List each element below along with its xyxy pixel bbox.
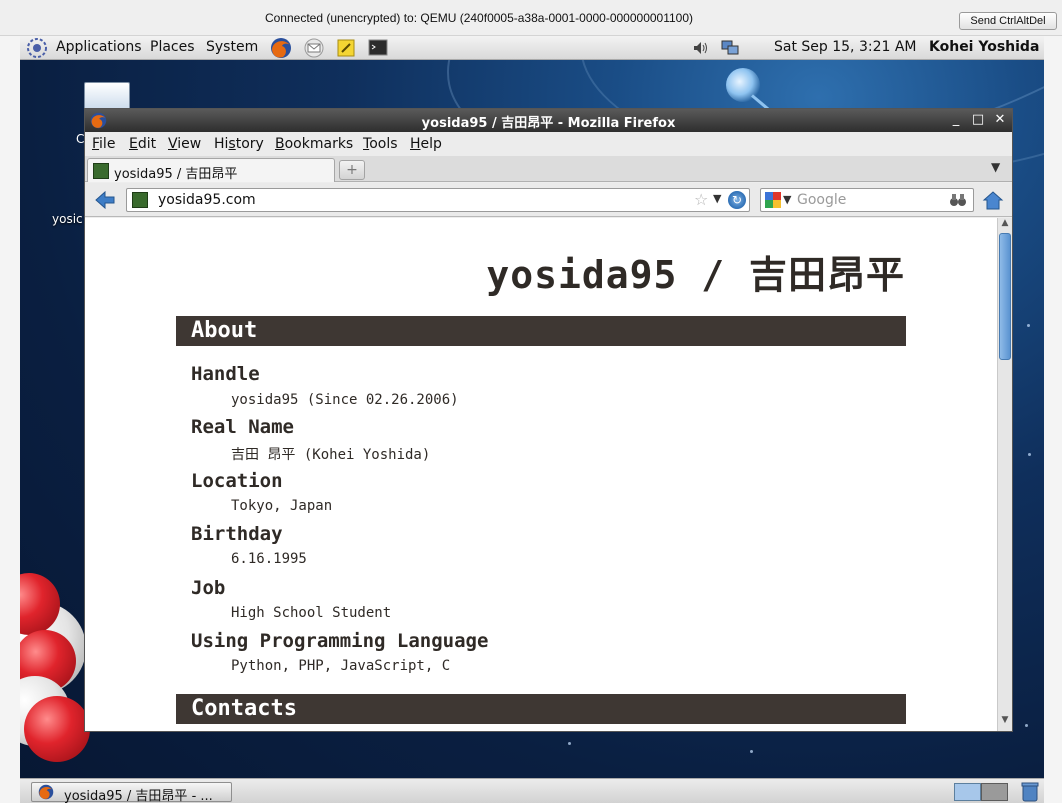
gnome-foot-icon[interactable] xyxy=(26,37,48,59)
firefox-window: yosida95 / 吉田昂平 - Mozilla Firefox _ □ ✕ … xyxy=(84,108,1013,732)
system-menu[interactable]: System xyxy=(206,39,258,55)
item-label: Job xyxy=(191,577,226,599)
molecule-atom xyxy=(24,696,90,762)
navigation-toolbar: yosida95.com ☆ ▼ ↻ ▼ xyxy=(85,183,1012,217)
user-switcher[interactable]: Kohei Yoshida xyxy=(929,39,1039,55)
section-heading-contacts: Contacts xyxy=(176,694,906,724)
vnc-toolbar: Connected (unencrypted) to: QEMU (240f00… xyxy=(0,0,1062,36)
tab-bar: yosida95 / 吉田昂平 + ▼ xyxy=(85,156,1012,182)
back-arrow-icon[interactable] xyxy=(95,191,115,209)
menu-view[interactable]: View xyxy=(168,136,201,152)
page-content: yosida95 / 吉田昂平 About Handle yosida95 (S… xyxy=(85,218,997,731)
new-tab-button[interactable]: + xyxy=(339,160,365,180)
top-panel: Applications Places System Sat Sep 15, 3… xyxy=(20,36,1044,60)
site-identity-icon[interactable] xyxy=(132,192,148,208)
reload-icon[interactable]: ↻ xyxy=(728,191,746,209)
search-input[interactable] xyxy=(797,190,947,210)
wallpaper-star xyxy=(568,742,571,745)
firefox-icon xyxy=(38,784,54,800)
menu-tools[interactable]: Tools xyxy=(363,136,398,152)
window-titlebar[interactable]: yosida95 / 吉田昂平 - Mozilla Firefox _ □ ✕ xyxy=(85,109,1012,132)
taskbar-window-label: yosida95 / 吉田昂平 - ... xyxy=(64,789,213,803)
item-label: Location xyxy=(191,470,283,492)
terminal-launcher-icon[interactable] xyxy=(367,37,389,59)
maximize-button[interactable]: □ xyxy=(969,111,987,129)
bottom-panel: yosida95 / 吉田昂平 - ... xyxy=(20,778,1044,803)
firefox-launcher-icon[interactable] xyxy=(270,37,292,59)
minimize-button[interactable]: _ xyxy=(947,111,965,129)
menu-bookmarks[interactable]: Bookmarks xyxy=(275,136,353,152)
item-value: 6.16.1995 xyxy=(231,551,307,567)
item-value: Tokyo, Japan xyxy=(231,498,333,514)
mail-launcher-icon[interactable] xyxy=(303,37,325,59)
wallpaper-star xyxy=(1027,324,1030,327)
page-title: yosida95 / 吉田昂平 xyxy=(486,253,905,297)
notes-launcher-icon[interactable] xyxy=(335,37,357,59)
site-favicon-icon xyxy=(93,163,109,179)
workspace-2[interactable] xyxy=(981,783,1008,801)
window-title: yosida95 / 吉田昂平 - Mozilla Firefox xyxy=(421,116,676,131)
tab-list-chevron-icon[interactable]: ▼ xyxy=(991,160,1000,174)
url-input[interactable]: yosida95.com xyxy=(158,192,256,208)
workspace-1[interactable] xyxy=(954,783,981,801)
menu-history[interactable]: History xyxy=(214,136,264,152)
wallpaper-star xyxy=(1025,724,1028,727)
menu-edit[interactable]: Edit xyxy=(129,136,156,152)
guest-desktop: Applications Places System Sat Sep 15, 3… xyxy=(20,36,1044,803)
item-value: Python, PHP, JavaScript, C xyxy=(231,658,451,674)
places-menu[interactable]: Places xyxy=(150,39,195,55)
scroll-thumb[interactable] xyxy=(999,233,1011,360)
item-value: 吉田 昂平 (Kohei Yoshida) xyxy=(231,447,431,463)
bookmark-star-icon[interactable]: ☆ xyxy=(694,190,708,209)
search-bar: ▼ xyxy=(760,188,974,212)
item-label: Birthday xyxy=(191,523,283,545)
item-label: Real Name xyxy=(191,416,294,438)
menubar: File Edit View History Bookmarks Tools H… xyxy=(85,132,1012,156)
search-engine-dropdown-icon[interactable]: ▼ xyxy=(783,193,791,206)
item-label: Handle xyxy=(191,363,260,385)
desktop-icon-label: yosic xyxy=(52,212,83,226)
home-icon[interactable] xyxy=(982,189,1004,211)
search-binoculars-icon[interactable] xyxy=(949,192,967,208)
tab-yosida95[interactable]: yosida95 / 吉田昂平 xyxy=(87,158,335,182)
menu-help[interactable]: Help xyxy=(410,136,442,152)
wallpaper-star xyxy=(750,750,753,753)
send-ctrl-alt-del-button[interactable]: Send CtrlAltDel xyxy=(959,12,1057,30)
wallpaper-star xyxy=(1028,453,1031,456)
scroll-up-arrow-icon[interactable]: ▲ xyxy=(998,218,1012,232)
section-heading-about: About xyxy=(176,316,906,346)
scroll-down-arrow-icon[interactable]: ▼ xyxy=(998,715,1012,729)
vnc-connection-status: Connected (unencrypted) to: QEMU (240f00… xyxy=(264,11,694,25)
volume-icon[interactable] xyxy=(690,37,712,59)
item-value: High School Student xyxy=(231,605,392,621)
item-label: Using Programming Language xyxy=(191,630,489,652)
applications-menu[interactable]: Applications xyxy=(56,39,142,55)
panel-clock[interactable]: Sat Sep 15, 3:21 AM xyxy=(774,39,917,55)
close-button[interactable]: ✕ xyxy=(991,111,1009,129)
taskbar-firefox-window[interactable]: yosida95 / 吉田昂平 - ... xyxy=(31,782,232,803)
menu-file[interactable]: File xyxy=(92,136,115,152)
url-bar[interactable]: yosida95.com ☆ ▼ ↻ xyxy=(126,188,750,212)
trash-icon[interactable] xyxy=(1020,781,1040,802)
vertical-scrollbar[interactable]: ▲ ▼ xyxy=(997,218,1012,731)
url-history-dropdown-icon[interactable]: ▼ xyxy=(713,192,721,205)
tab-label: yosida95 / 吉田昂平 xyxy=(114,167,238,182)
google-engine-icon[interactable] xyxy=(765,192,781,208)
item-value: yosida95 (Since 02.26.2006) xyxy=(231,392,459,408)
network-icon[interactable] xyxy=(719,37,741,59)
